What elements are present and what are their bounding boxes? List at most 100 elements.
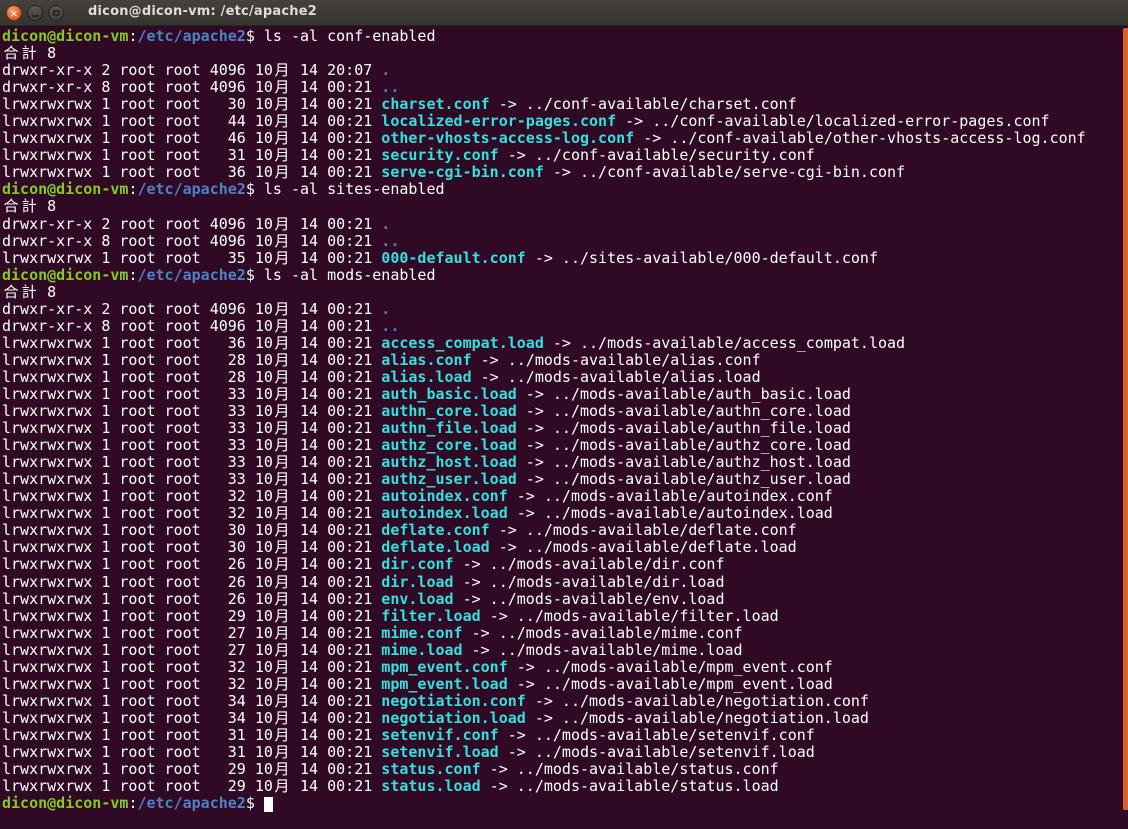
file-meta: lrwxrwxrwx 1 root root 29 10 月 14 00:21 — [2, 760, 382, 779]
prompt-user-host: dicon@dicon-vm — [2, 27, 129, 45]
cjk-char: 月 — [274, 61, 290, 80]
terminal-line: lrwxrwxrwx 1 root root 33 10 月 14 00:21 a… — [2, 420, 1128, 437]
terminal-line: dicon@dicon-vm:/etc/apache2$ ls -al conf… — [2, 27, 1128, 45]
terminal-line: lrwxrwxrwx 1 root root 33 10 月 14 00:21 a… — [2, 471, 1128, 488]
file-name: deflate.conf — [381, 521, 490, 540]
symlink-target: -> ../mods-available/autoindex.conf — [507, 487, 833, 506]
cjk-char: 月 — [274, 78, 290, 97]
file-name: autoindex.conf — [381, 487, 508, 506]
cjk-char: 月 — [274, 248, 290, 267]
file-name: . — [381, 299, 391, 318]
cjk-char: 計 — [21, 44, 37, 63]
file-name: deflate.load — [381, 538, 490, 557]
symlink-target: -> ../mods-available/auth_basic.load — [516, 384, 851, 403]
terminal-line: lrwxrwxrwx 1 root root 33 10 月 14 00:21 a… — [2, 402, 1128, 421]
terminal-line: lrwxrwxrwx 1 root root 32 10 月 14 00:21 a… — [2, 505, 1128, 522]
close-icon[interactable]: × — [6, 5, 22, 21]
cjk-char: 月 — [274, 453, 290, 472]
terminal-line: lrwxrwxrwx 1 root root 31 10 月 14 00:21 s… — [2, 726, 1128, 744]
minimize-icon[interactable] — [27, 5, 43, 21]
terminal-line: lrwxrwxrwx 1 root root 31 10 月 14 00:21 s… — [2, 742, 1128, 761]
symlink-target: -> ../mods-available/authz_user.load — [516, 470, 851, 489]
file-meta: lrwxrwxrwx 1 root root 33 10 月 14 00:21 — [2, 436, 382, 455]
prompt-command: $ ls -al conf-enabled — [245, 27, 436, 45]
file-name: .. — [381, 316, 400, 335]
terminal-line: lrwxrwxrwx 1 root root 34 10 月 14 00:21 n… — [2, 709, 1128, 727]
file-meta: lrwxrwxrwx 1 root root 36 10 月 14 00:21 — [2, 333, 382, 352]
file-meta: lrwxrwxrwx 1 root root 31 10 月 14 00:21 — [2, 146, 382, 165]
total-line: 合計 8 — [3, 44, 57, 63]
cjk-char: 月 — [274, 674, 290, 693]
symlink-target: -> ../mods-available/mpm_event.conf — [507, 657, 833, 676]
file-name: mime.load — [381, 640, 463, 659]
file-meta: lrwxrwxrwx 1 root root 32 10 月 14 00:21 — [2, 657, 382, 676]
terminal-line: lrwxrwxrwx 1 root root 30 10 月 14 00:21 d… — [2, 522, 1128, 539]
scrollbar-thumb[interactable] — [1123, 28, 1128, 810]
cjk-char: 月 — [274, 367, 290, 386]
terminal-line: drwxr-xr-x 2 root root 4096 10 月 14 00:21… — [2, 215, 1128, 233]
cjk-char: 月 — [274, 760, 290, 779]
symlink-target: -> ../conf-available/localized-error-pag… — [616, 112, 1050, 131]
symlink-target: -> ../conf-available/charset.conf — [489, 95, 797, 114]
terminal-line: drwxr-xr-x 2 root root 4096 10 月 14 20:07… — [2, 62, 1128, 79]
cjk-char: 月 — [274, 299, 290, 318]
file-meta: lrwxrwxrwx 1 root root 33 10 月 14 00:21 — [2, 384, 382, 403]
file-meta: lrwxrwxrwx 1 root root 26 10 月 14 00:21 — [2, 572, 382, 591]
file-name: env.load — [381, 589, 454, 608]
symlink-target: -> ../sites-available/000-default.conf — [525, 248, 878, 267]
symlink-target: -> ../mods-available/access_compat.load — [543, 333, 906, 352]
terminal-line: lrwxrwxrwx 1 root root 26 10 月 14 00:21 d… — [2, 572, 1128, 591]
symlink-target: -> ../mods-available/dir.load — [453, 572, 725, 591]
cjk-char: 月 — [274, 333, 290, 352]
file-name: filter.load — [381, 606, 481, 625]
terminal-cursor — [263, 797, 273, 813]
file-meta: drwxr-xr-x 2 root root 4096 10 月 14 00:21 — [2, 299, 382, 318]
file-meta: lrwxrwxrwx 1 root root 46 10 月 14 00:21 — [2, 129, 382, 148]
file-meta: drwxr-xr-x 8 root root 4096 10 月 14 00:21 — [2, 316, 382, 335]
file-name: other-vhosts-access-log.conf — [381, 129, 635, 148]
terminal-line: lrwxrwxrwx 1 root root 34 10 月 14 00:21 n… — [2, 692, 1128, 710]
cjk-char: 月 — [274, 163, 290, 182]
prompt-path: /etc/apache2 — [137, 265, 246, 284]
terminal-line: lrwxrwxrwx 1 root root 29 10 月 14 00:21 f… — [2, 606, 1128, 625]
file-name: 000-default.conf — [381, 248, 526, 267]
file-name: authz_core.load — [381, 436, 517, 455]
symlink-target: -> ../mods-available/deflate.conf — [489, 521, 797, 540]
cjk-char: 月 — [274, 112, 290, 131]
prompt-path: /etc/apache2 — [137, 180, 246, 199]
file-name: setenvif.load — [381, 742, 499, 761]
cjk-char: 合 — [3, 44, 19, 63]
terminal-screen[interactable]: dicon@dicon-vm:/etc/apache2$ ls -al conf… — [0, 26, 1128, 829]
terminal-line: lrwxrwxrwx 1 root root 33 10 月 14 00:21 a… — [2, 437, 1128, 454]
terminal-line: lrwxrwxrwx 1 root root 26 10 月 14 00:21 d… — [2, 556, 1128, 573]
symlink-target: -> ../mods-available/setenvif.load — [498, 742, 815, 761]
prompt-user-host: dicon@dicon-vm — [2, 794, 129, 813]
file-name: .. — [381, 231, 400, 250]
symlink-target: -> ../mods-available/status.load — [480, 777, 779, 796]
symlink-target: -> ../mods-available/autoindex.load — [507, 504, 833, 523]
cjk-char: 月 — [274, 742, 290, 761]
maximize-icon[interactable] — [48, 5, 64, 21]
total-line: 合計 8 — [3, 282, 57, 301]
symlink-target: -> ../mods-available/mpm_event.load — [507, 674, 833, 693]
file-meta: lrwxrwxrwx 1 root root 32 10 月 14 00:21 — [2, 504, 382, 523]
terminal-line: dicon@dicon-vm:/etc/apache2$ ls -al site… — [2, 181, 1128, 198]
cjk-char: 月 — [274, 129, 290, 148]
file-name: .. — [381, 78, 400, 97]
symlink-target: -> ../conf-available/other-vhosts-access… — [634, 129, 1086, 148]
cjk-char: 月 — [274, 146, 290, 165]
symlink-target: -> ../mods-available/authz_host.load — [516, 453, 851, 472]
cjk-char: 計 — [21, 197, 37, 216]
terminal-line: lrwxrwxrwx 1 root root 32 10 月 14 00:21 m… — [2, 657, 1128, 676]
cjk-char: 月 — [274, 606, 290, 625]
file-name: . — [381, 61, 391, 80]
symlink-target: -> ../conf-available/serve-cgi-bin.conf — [543, 163, 906, 182]
file-name: authn_core.load — [381, 402, 517, 421]
file-meta: lrwxrwxrwx 1 root root 30 10 月 14 00:21 — [2, 521, 382, 540]
file-meta: lrwxrwxrwx 1 root root 26 10 月 14 00:21 — [2, 555, 382, 574]
symlink-target: -> ../mods-available/deflate.load — [489, 538, 797, 557]
file-meta: lrwxrwxrwx 1 root root 29 10 月 14 00:21 — [2, 606, 382, 625]
terminal-line: lrwxrwxrwx 1 root root 32 10 月 14 00:21 m… — [2, 674, 1128, 693]
title-bar[interactable]: × dicon@dicon-vm: /etc/apache2 — [0, 0, 1128, 26]
file-meta: drwxr-xr-x 8 root root 4096 10 月 14 00:21 — [2, 231, 382, 250]
